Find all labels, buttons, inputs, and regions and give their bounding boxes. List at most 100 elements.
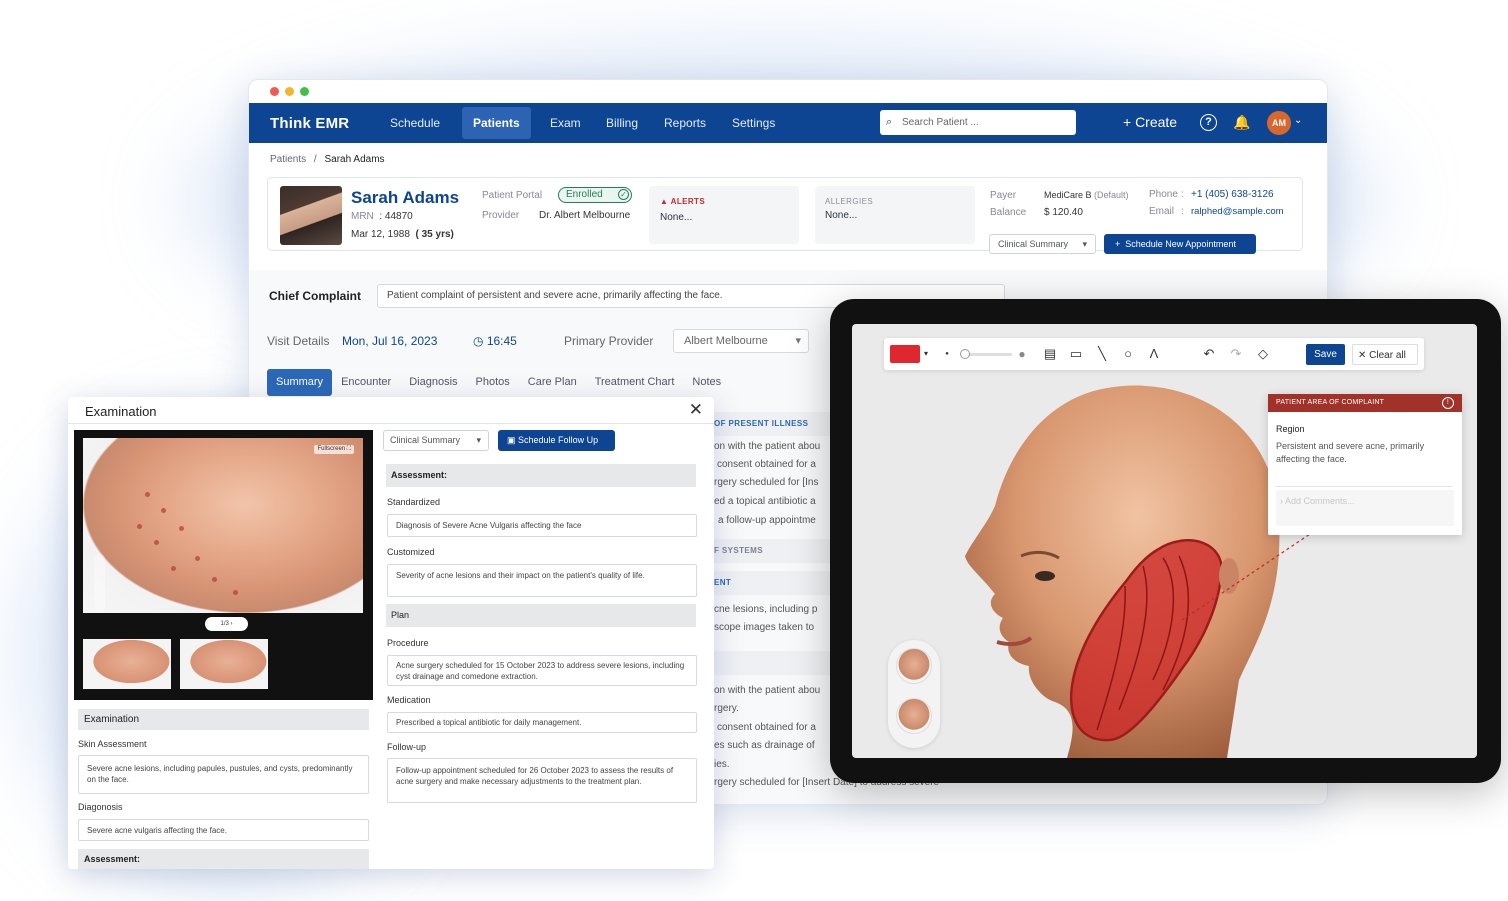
nav-settings[interactable]: Settings xyxy=(721,107,786,139)
tab-summary[interactable]: Summary xyxy=(267,369,333,396)
skin-assessment-label: Skin Assessment xyxy=(78,739,147,749)
balance-label: Balance xyxy=(990,207,1027,218)
side-view-button[interactable] xyxy=(896,698,932,734)
lesion-spot xyxy=(195,556,200,561)
caret-down-icon[interactable]: ▾ xyxy=(920,344,932,364)
close-icon: ✕ xyxy=(1358,350,1367,361)
body-line: on with the patient abou xyxy=(714,441,821,452)
examination-title: Examination xyxy=(85,404,157,419)
customized-field[interactable]: Severity of acne lesions and their impac… xyxy=(387,564,697,597)
section-heading: F SYSTEMS xyxy=(714,546,763,555)
undo-icon[interactable]: ↶ xyxy=(1199,344,1219,364)
minimize-dot[interactable] xyxy=(285,87,294,96)
lesion-spot xyxy=(212,577,217,582)
schedule-follow-up-button[interactable]: ▣ Schedule Follow Up xyxy=(498,430,615,451)
eraser-icon[interactable]: ◇ xyxy=(1253,344,1273,364)
mrn-label: MRN xyxy=(351,211,374,222)
thumbnail-1[interactable] xyxy=(83,639,171,689)
alerts-box[interactable]: ▲ ALERTS None... xyxy=(649,186,799,244)
zoom-slider[interactable] xyxy=(94,554,105,613)
slider-handle[interactable] xyxy=(960,349,970,359)
visit-date[interactable]: Mon, Jul 16, 2023 xyxy=(342,334,437,348)
phone-value[interactable]: +1 (405) 638-3126 xyxy=(1191,189,1274,200)
nav-exam[interactable]: Exam xyxy=(539,107,592,139)
breadcrumb: Patients / Sarah Adams xyxy=(270,154,385,165)
provider-value: Dr. Albert Melbourne xyxy=(539,210,631,221)
line-icon[interactable]: ╲ xyxy=(1092,344,1112,364)
primary-provider-select[interactable]: Albert Melbourne ▾ xyxy=(673,329,809,353)
nav-billing[interactable]: Billing xyxy=(595,107,649,139)
divider xyxy=(1276,486,1452,487)
comment-input[interactable]: › Add Comments... xyxy=(1276,490,1454,526)
brush-size-slider[interactable] xyxy=(960,349,1012,359)
calendar-icon: ▣ xyxy=(507,435,516,445)
follow-up-label: Follow-up xyxy=(387,742,427,752)
procedure-label: Procedure xyxy=(387,638,429,648)
chief-complaint-label: Chief Complaint xyxy=(269,289,361,303)
close-dot[interactable] xyxy=(270,87,279,96)
clinical-summary-label: Clinical Summary xyxy=(390,435,461,445)
nav-patients[interactable]: Patients xyxy=(462,107,531,139)
follow-up-field[interactable]: Follow-up appointment scheduled for 26 O… xyxy=(387,758,697,803)
nav-reports[interactable]: Reports xyxy=(653,107,717,139)
save-button[interactable]: Save xyxy=(1306,344,1345,365)
allergies-box[interactable]: ALLERGIES None... xyxy=(815,186,975,244)
user-avatar[interactable]: AM xyxy=(1267,111,1291,135)
tab-diagnosis[interactable]: Diagnosis xyxy=(400,369,466,396)
fullscreen-button[interactable]: Fullscreen ⛶ xyxy=(314,445,354,454)
diagnosis-field[interactable]: Severe acne vulgaris affecting the face. xyxy=(78,819,369,841)
breadcrumb-parent[interactable]: Patients xyxy=(270,154,306,165)
clinical-summary-dropdown[interactable]: Clinical Summary ▾ xyxy=(383,430,489,451)
tab-encounter[interactable]: Encounter xyxy=(332,369,400,396)
clear-all-button[interactable]: ✕ Clear all xyxy=(1352,344,1418,365)
image-pager[interactable]: 1/3 › xyxy=(205,617,248,631)
tab-care-plan[interactable]: Care Plan xyxy=(519,369,586,396)
search-icon: ⌕ xyxy=(886,116,893,128)
visit-time[interactable]: 16:45 xyxy=(487,334,517,348)
body-line: rgery scheduled for [Ins xyxy=(714,477,819,488)
standardized-field[interactable]: Diagnosis of Severe Acne Vulgaris affect… xyxy=(387,514,697,537)
schedule-new-appointment-button[interactable]: + Schedule New Appointment xyxy=(1104,234,1256,254)
clinical-summary-dropdown[interactable]: Clinical Summary ▾ xyxy=(989,234,1096,254)
thumbnail-2[interactable] xyxy=(180,639,268,689)
customized-label: Customized xyxy=(387,547,435,557)
redo-icon[interactable]: ↷ xyxy=(1226,344,1246,364)
search-input[interactable]: ⌕ Search Patient ... xyxy=(880,110,1076,135)
tab-photos[interactable]: Photos xyxy=(467,369,519,396)
skin-assessment-field[interactable]: Severe acne lesions, including papules, … xyxy=(78,755,369,794)
email-value[interactable]: ralphed@sample.com xyxy=(1191,206,1284,217)
help-icon[interactable]: ? xyxy=(1200,114,1217,131)
portal-label: Patient Portal xyxy=(482,190,543,201)
app-logo[interactable]: Think EMR xyxy=(270,115,349,132)
diagnosis-label: Diagonosis xyxy=(78,802,123,812)
create-button[interactable]: + Create xyxy=(1123,114,1177,130)
drawing-toolbar: ▾ ● ● ▤ ▭ ╲ ○ Ʌ ↶ ↷ ◇ Save ✕ Clear all xyxy=(884,338,1424,370)
pen-icon[interactable]: Ʌ xyxy=(1144,344,1164,364)
comment-placeholder: Add Comments... xyxy=(1285,496,1355,506)
maximize-dot[interactable] xyxy=(300,87,309,96)
info-icon[interactable]: ! xyxy=(1442,397,1454,409)
front-view-button[interactable] xyxy=(896,648,932,684)
medication-field[interactable]: Prescribed a topical antibiotic for dail… xyxy=(387,712,697,733)
tab-notes[interactable]: Notes xyxy=(683,369,730,396)
nav-schedule[interactable]: Schedule xyxy=(379,107,451,139)
breadcrumb-separator: / xyxy=(313,154,317,165)
clear-all-label: Clear all xyxy=(1369,350,1406,361)
bell-icon[interactable]: 🔔 xyxy=(1233,114,1250,131)
search-placeholder: Search Patient ... xyxy=(902,117,979,128)
tab-treatment-chart[interactable]: Treatment Chart xyxy=(586,369,684,396)
patient-photo xyxy=(280,186,342,245)
rectangle-icon[interactable]: ▭ xyxy=(1066,344,1086,364)
enrolled-text: Enrolled xyxy=(566,189,603,200)
chevron-down-icon[interactable]: ⌄ xyxy=(1294,115,1302,126)
lesion-spot xyxy=(145,492,150,497)
comment-icon[interactable]: ▤ xyxy=(1040,344,1060,364)
acne-photo[interactable]: Fullscreen ⛶ xyxy=(83,438,363,613)
body-line: consent obtained for a xyxy=(717,459,816,470)
patient-name[interactable]: Sarah Adams xyxy=(351,188,459,208)
procedure-field[interactable]: Acne surgery scheduled for 15 October 20… xyxy=(387,655,697,686)
circle-icon[interactable]: ○ xyxy=(1118,344,1138,364)
balance-value: $ 120.40 xyxy=(1044,207,1083,218)
color-picker[interactable] xyxy=(890,345,920,363)
close-icon[interactable]: ✕ xyxy=(689,400,703,420)
